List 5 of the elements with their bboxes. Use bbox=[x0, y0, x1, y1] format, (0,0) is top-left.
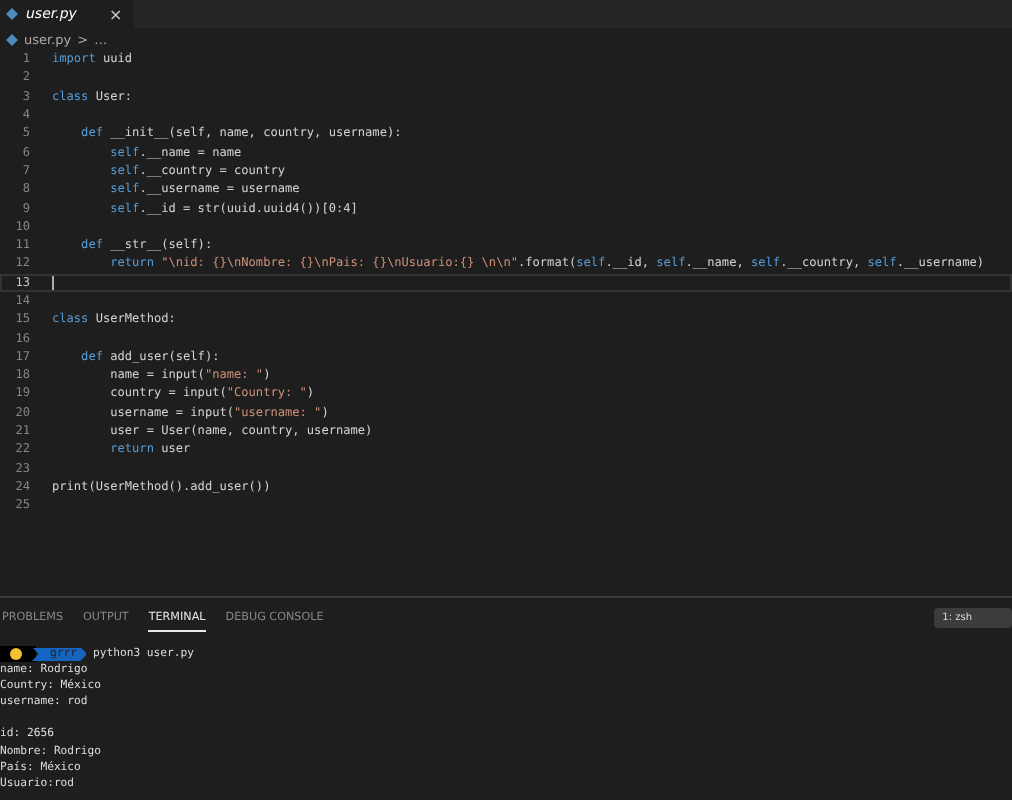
python-file-icon bbox=[6, 8, 18, 20]
badge-icon bbox=[0, 646, 36, 662]
close-icon[interactable]: × bbox=[108, 5, 123, 23]
python-file-icon bbox=[6, 33, 18, 45]
text-cursor bbox=[52, 274, 54, 291]
